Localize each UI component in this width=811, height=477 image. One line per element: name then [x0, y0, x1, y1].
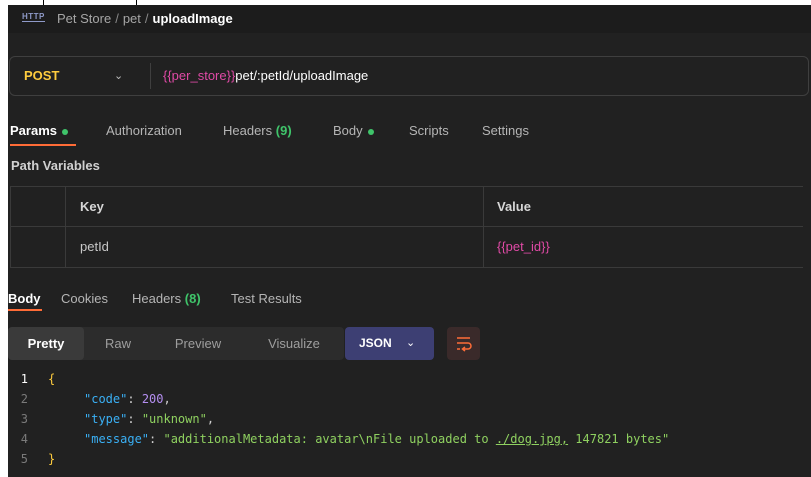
- json-value-text: "additionalMetadata: avatar\nFile upload…: [163, 432, 496, 446]
- section-title: Path Variables: [11, 158, 100, 173]
- tab-label: Body: [333, 123, 363, 138]
- code-line: 2 "code": 200,: [8, 389, 171, 409]
- table-border: [65, 186, 66, 268]
- tab-response-body[interactable]: Body: [8, 291, 41, 306]
- method-select[interactable]: POST: [24, 68, 59, 83]
- json-punct: ,: [206, 412, 215, 426]
- line-number: 2: [20, 392, 28, 406]
- json-key: "message": [84, 432, 150, 446]
- tab-test-results[interactable]: Test Results: [231, 291, 302, 306]
- path-variable-value[interactable]: {{pet_id}}: [497, 239, 550, 254]
- json-punct: ,: [163, 392, 171, 406]
- format-label: JSON: [359, 336, 392, 350]
- breadcrumb-item-folder[interactable]: pet: [123, 11, 141, 26]
- json-key: "code": [84, 392, 128, 406]
- code-line: 5}: [8, 449, 55, 469]
- code-line: 3 "type": "unknown",: [8, 409, 214, 429]
- breadcrumb-separator: /: [144, 11, 149, 26]
- column-header-value: Value: [497, 199, 531, 214]
- json-value-text: 147821 bytes": [568, 432, 670, 446]
- json-brace: }: [48, 452, 56, 466]
- json-value: "additionalMetadata: avatar\nFile upload…: [163, 432, 669, 446]
- mode-raw[interactable]: Raw: [88, 327, 148, 360]
- json-value: "unknown": [141, 412, 207, 426]
- path-variables-table: Key Value petId {{pet_id}}: [10, 186, 803, 268]
- chevron-down-icon[interactable]: ⌄: [114, 69, 123, 82]
- request-tabs: Params Authorization Headers (9) Body Sc…: [8, 123, 811, 149]
- json-brace: {: [48, 372, 56, 386]
- request-panel: HTTP Pet Store / pet / uploadImage POST ⌄ {{…: [8, 5, 811, 477]
- file-link[interactable]: ./dog.jpg,: [496, 432, 568, 446]
- http-icon: HTTP: [22, 12, 45, 22]
- tab-response-headers[interactable]: Headers (8): [132, 291, 201, 306]
- url-input[interactable]: {{per_store}}pet/:petId/uploadImage: [163, 68, 368, 83]
- url-variable: {{per_store}}: [163, 68, 236, 83]
- mode-visualize[interactable]: Visualize: [248, 327, 340, 360]
- breadcrumb-separator: /: [115, 11, 119, 26]
- column-header-key: Key: [80, 199, 104, 214]
- line-number: 1: [20, 372, 28, 386]
- tab-label: Authorization: [106, 123, 182, 138]
- json-value: 200: [141, 392, 164, 406]
- tab-count: (9): [275, 123, 292, 138]
- response-body-viewer[interactable]: 1{ 2 "code": 200, 3 "type": "unknown", 4 "m…: [8, 369, 811, 473]
- tab-label: Settings: [482, 123, 529, 138]
- tab-label: Headers: [223, 123, 273, 138]
- divider: [150, 63, 151, 89]
- line-number: 4: [20, 432, 28, 446]
- table-border: [10, 186, 11, 268]
- table-border: [483, 186, 484, 268]
- active-tab-indicator: [8, 309, 42, 311]
- status-dot-icon: [61, 128, 68, 135]
- request-name[interactable]: uploadImage: [153, 11, 233, 26]
- tab-cookies[interactable]: Cookies: [61, 291, 108, 306]
- breadcrumb-item-collection[interactable]: Pet Store: [57, 11, 111, 26]
- tab-label: Headers: [132, 291, 182, 306]
- tab-authorization[interactable]: Authorization: [106, 123, 182, 138]
- tab-count: (8): [184, 291, 201, 306]
- tab-scripts[interactable]: Scripts: [409, 123, 449, 138]
- json-key: "type": [84, 412, 128, 426]
- status-dot-icon: [367, 128, 374, 135]
- tab-params[interactable]: Params: [10, 123, 68, 138]
- mode-preview[interactable]: Preview: [158, 327, 238, 360]
- format-select[interactable]: JSON ⌄: [345, 327, 434, 360]
- path-variable-key[interactable]: petId: [80, 239, 109, 254]
- response-tabs: Body Cookies Headers (8) Test Results: [8, 291, 811, 315]
- code-line: 4 "message": "additionalMetadata: avatar\…: [8, 429, 669, 449]
- table-border: [10, 267, 803, 268]
- tab-body[interactable]: Body: [333, 123, 374, 138]
- tab-label: Params: [10, 123, 57, 138]
- tab-headers[interactable]: Headers (9): [223, 123, 292, 138]
- line-number: 3: [20, 412, 28, 426]
- view-mode-group: Pretty Raw Preview Visualize: [8, 327, 344, 360]
- tab-label: Scripts: [409, 123, 449, 138]
- chevron-down-icon: ⌄: [406, 337, 416, 349]
- table-border: [10, 186, 803, 187]
- url-bar: POST ⌄ {{per_store}}pet/:petId/uploadIma…: [9, 56, 809, 96]
- url-path: pet/:petId/uploadImage: [235, 68, 369, 83]
- tab-settings[interactable]: Settings: [482, 123, 529, 138]
- wrap-lines-button[interactable]: [447, 327, 480, 360]
- table-border: [10, 226, 803, 227]
- line-number: 5: [20, 452, 28, 466]
- wrap-icon: [457, 337, 472, 352]
- mode-pretty[interactable]: Pretty: [8, 327, 84, 360]
- active-tab-indicator: [10, 144, 76, 146]
- breadcrumb: HTTP Pet Store / pet / uploadImage: [8, 5, 811, 33]
- code-line: 1{: [8, 369, 55, 389]
